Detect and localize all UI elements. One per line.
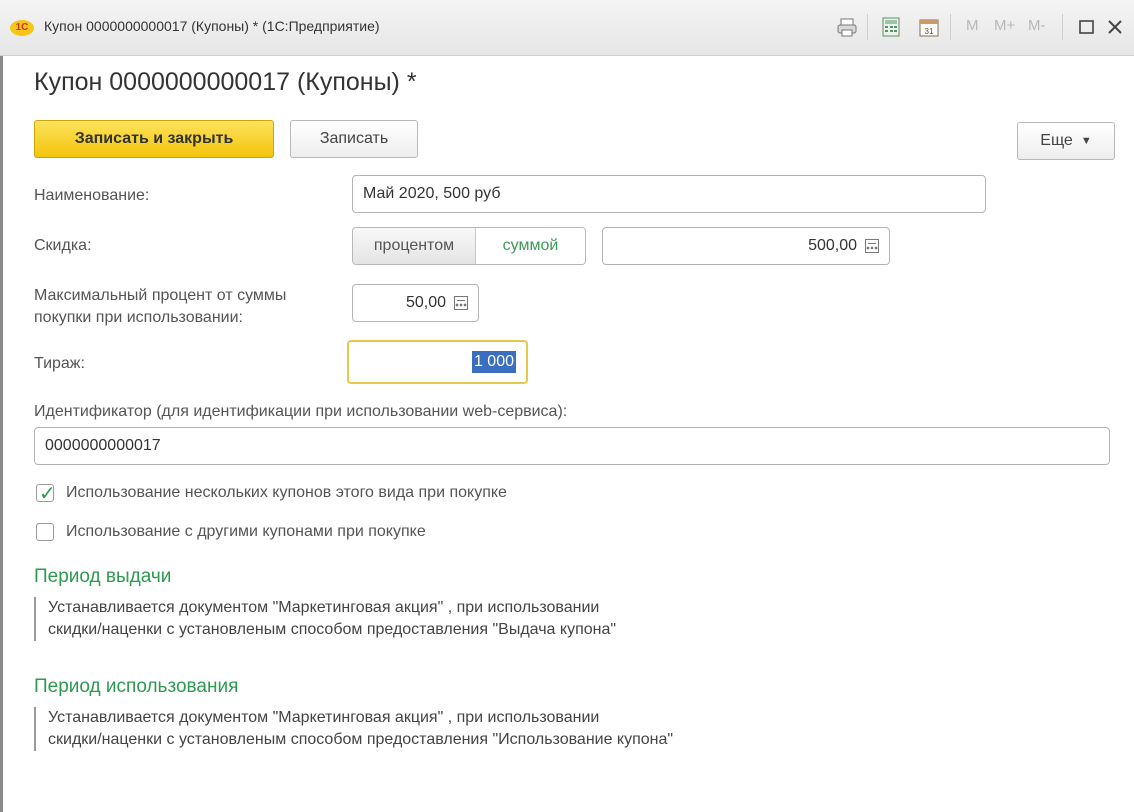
issue-period-note-line1: Устанавливается документом "Маркетингова… [48,599,600,616]
name-input[interactable]: Май 2020, 500 руб [352,175,986,213]
discount-amount-option[interactable]: суммой [476,228,585,264]
name-label: Наименование: [34,187,150,204]
usage-period-note: Устанавливается документом "Маркетингова… [34,707,673,751]
toolbar-separator [867,14,868,40]
calculator-icon[interactable] [880,16,902,38]
circulation-value: 1 000 [471,351,516,373]
identifier-label: Идентификатор (для идентификации при исп… [34,403,568,420]
app-logo-icon: 1C [10,20,34,36]
max-percent-label-line1: Максимальный процент от суммы [34,287,287,304]
page-title: Купон 0000000000017 (Купоны) * [34,68,417,96]
discount-amount-input[interactable]: 500,00 [602,227,890,265]
print-icon[interactable] [836,16,858,38]
toolbar-separator [1062,14,1063,40]
window-titlebar: 1C Купон 0000000000017 (Купоны) * (1С:Пр… [0,0,1134,56]
memory-minus-button[interactable]: M- [1028,17,1046,34]
checkmark-icon: ✓ [39,483,56,505]
memory-m-button[interactable]: M [966,17,979,34]
chevron-down-icon: ▼ [1080,135,1092,147]
more-button-label: Еще [1040,132,1073,149]
calendar-icon[interactable]: 31 [918,16,940,38]
close-icon[interactable] [1104,16,1126,38]
issue-period-note: Устанавливается документом "Маркетингова… [34,597,616,641]
discount-amount-value: 500,00 [808,237,857,254]
usage-period-note-line2: скидки/наценки с установленым способом п… [48,731,674,748]
discount-label: Скидка: [34,237,92,254]
maximize-icon[interactable] [1076,16,1098,38]
issue-period-note-line2: скидки/наценки с установленым способом п… [48,621,617,638]
multiple-coupons-checkbox[interactable]: ✓ [36,483,56,505]
calculator-icon[interactable] [865,239,879,253]
circulation-label: Тираж: [34,355,85,372]
more-button[interactable]: Еще ▼ [1017,122,1115,160]
discount-type-switch: процентом суммой [352,227,586,265]
save-and-close-button[interactable]: Записать и закрыть [34,120,274,158]
identifier-input[interactable]: 0000000000017 [34,427,1110,465]
issue-period-title: Период выдачи [34,566,172,587]
calendar-day-label: 31 [925,27,934,36]
other-coupons-label[interactable]: Использование с другими купонами при пок… [66,523,426,541]
memory-plus-button[interactable]: M+ [994,17,1015,34]
max-percent-label-line2: покупки при использовании: [34,309,243,326]
multiple-coupons-label[interactable]: Использование нескольких купонов этого в… [66,484,507,502]
save-button[interactable]: Записать [290,120,418,158]
max-percent-input[interactable]: 50,00 [352,284,479,322]
other-coupons-checkbox[interactable] [36,523,54,541]
usage-period-title: Период использования [34,676,239,697]
window-title: Купон 0000000000017 (Купоны) * (1С:Предп… [44,18,380,34]
circulation-input[interactable]: 1 000 [347,340,528,384]
discount-percent-option[interactable]: процентом [353,228,476,264]
toolbar-separator [950,14,951,40]
calculator-icon[interactable] [454,296,468,310]
max-percent-value: 50,00 [405,294,446,311]
max-percent-label: Максимальный процент от суммы покупки пр… [34,285,286,329]
usage-period-note-line1: Устанавливается документом "Маркетингова… [48,709,600,726]
window-left-border [0,56,3,812]
